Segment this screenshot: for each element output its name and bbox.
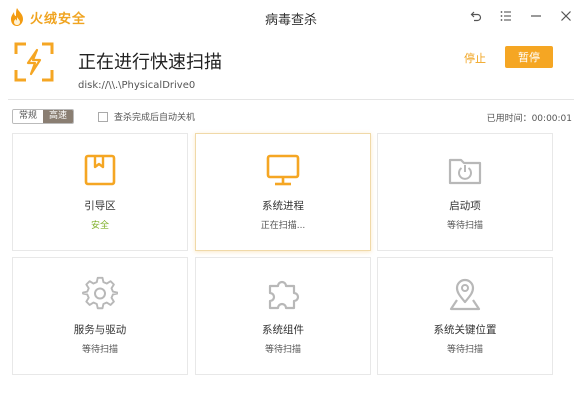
scan-item-system-process[interactable]: 系统进程 正在扫描... (195, 133, 371, 251)
monitor-icon (266, 154, 300, 186)
scan-current-path: disk://\\.\PhysicalDrive0 (78, 80, 196, 91)
scan-item-system-components[interactable]: 系统组件 等待扫描 (195, 257, 371, 375)
puzzle-icon (268, 280, 300, 310)
scan-item-key-locations[interactable]: 系统关键位置 等待扫描 (377, 257, 553, 375)
scan-item-services-drivers[interactable]: 服务与驱动 等待扫描 (12, 257, 188, 375)
scan-lightning-icon (14, 42, 54, 82)
scan-item-name: 服务与驱动 (73, 324, 127, 336)
menu-icon (500, 11, 511, 21)
close-button[interactable] (558, 8, 574, 24)
close-icon (561, 11, 571, 21)
scan-item-status: 等待扫描 (264, 345, 301, 355)
minimize-button[interactable] (528, 8, 544, 24)
scan-item-status: 等待扫描 (446, 221, 483, 231)
scan-item-boot-sector[interactable]: 引导区 安全 (12, 133, 188, 251)
scan-item-status: 等待扫描 (446, 345, 483, 355)
scan-item-name: 系统关键位置 (433, 324, 497, 336)
back-button[interactable] (468, 8, 484, 24)
scan-item-name: 系统进程 (262, 200, 304, 212)
auto-shutdown-label: 查杀完成后自动关机 (114, 113, 196, 123)
mode-normal-button[interactable]: 常规 (13, 110, 44, 123)
scan-item-name: 启动项 (449, 200, 481, 212)
title-bar: 火绒安全 病毒查杀 (0, 0, 582, 34)
auto-shutdown-option[interactable]: 查杀完成后自动关机 (98, 110, 195, 123)
scan-item-status: 等待扫描 (81, 345, 118, 355)
stop-button[interactable]: 停止 (464, 50, 486, 66)
header-divider (8, 99, 574, 100)
auto-shutdown-checkbox[interactable] (98, 111, 108, 122)
pause-button[interactable]: 暂停 (505, 46, 553, 68)
scan-item-name: 系统组件 (262, 324, 304, 336)
scan-mode-toggle: 常规 高速 (12, 109, 75, 124)
scan-item-status: 正在扫描... (260, 221, 306, 231)
scan-item-name: 引导区 (84, 200, 116, 212)
startup-folder-icon (448, 158, 482, 185)
window-controls (468, 8, 574, 24)
map-pin-icon (449, 278, 481, 311)
boot-sector-icon (84, 154, 116, 186)
scan-items-grid: 引导区 安全 系统进程 正在扫描... 启动项 等待扫描 服务与驱动 等待扫描 (12, 133, 568, 376)
elapsed-time: 已用时间：00:00:01 (486, 114, 572, 124)
scan-item-status: 安全 (90, 221, 109, 231)
scan-header: 正在进行快速扫描 disk://\\.\PhysicalDrive0 停止 暂停 (0, 34, 582, 98)
undo-arrow-icon (470, 11, 482, 22)
menu-button[interactable] (498, 8, 514, 24)
gear-icon (82, 276, 118, 310)
mode-fast-button[interactable]: 高速 (43, 110, 74, 123)
scan-title: 正在进行快速扫描 (78, 52, 222, 73)
minimize-icon (531, 15, 541, 17)
scan-item-startup[interactable]: 启动项 等待扫描 (377, 133, 553, 251)
